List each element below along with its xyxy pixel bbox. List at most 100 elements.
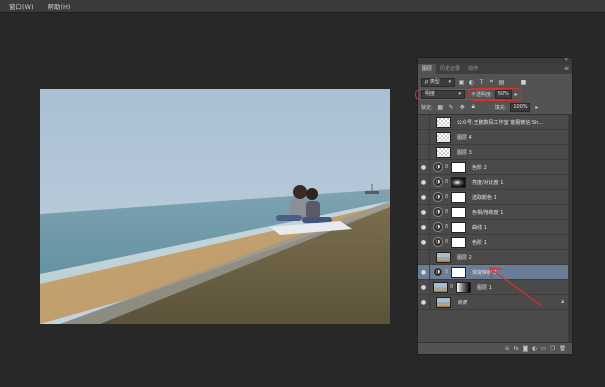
adjustment-layer-icon: ◑	[433, 237, 443, 247]
link-chain-icon[interactable]: 8	[450, 284, 455, 290]
layer-mask-thumbnail[interactable]	[451, 206, 466, 218]
filter-toggle-icon[interactable]: ■	[520, 79, 527, 86]
visibility-eye-icon[interactable]: ●	[418, 280, 430, 294]
fill-input[interactable]: 100%	[510, 102, 531, 112]
layer-thumbnail	[436, 146, 451, 158]
panel-footer: ⊝ fx ◙ ◐ ▭ ❐ 🗑︎	[418, 342, 572, 354]
tab-layers[interactable]: 图层	[418, 64, 437, 74]
layer-mask-thumbnail[interactable]	[456, 281, 471, 293]
adjustment-layer-icon: ◑	[433, 192, 443, 202]
type-icon[interactable]: T	[478, 79, 485, 86]
lock-all-icon[interactable]: 🔒︎	[470, 103, 477, 111]
visibility-eye-icon[interactable]: ●	[418, 115, 430, 129]
smart-object-icon[interactable]: ▤	[498, 79, 505, 86]
visibility-eye-icon[interactable]: ●	[418, 160, 430, 174]
adjustment-layer-icon: ◑	[433, 162, 443, 172]
visibility-eye-icon[interactable]: ●	[418, 250, 430, 264]
layer-mask-thumbnail[interactable]	[451, 161, 466, 173]
adjustment-layer-icon: ◑	[433, 207, 443, 217]
annotation-arrow	[489, 267, 543, 307]
layer-row[interactable]: ● ◑ 8 选取颜色 1	[418, 190, 572, 205]
opacity-label: 不透明度:	[471, 92, 493, 98]
link-chain-icon[interactable]: 8	[445, 194, 450, 200]
layer-mask-thumbnail[interactable]	[451, 221, 466, 233]
layer-row[interactable]: ● 图层 3	[418, 145, 572, 160]
blend-row: 明度 ▾ 不透明度: 50% ▸	[421, 88, 571, 101]
adjustment-layer-icon: ◑	[433, 222, 443, 232]
layer-mask-thumbnail[interactable]	[451, 266, 466, 278]
document-canvas[interactable]	[40, 89, 390, 324]
opacity-slider-arrow-icon[interactable]: ▸	[514, 91, 519, 98]
visibility-eye-icon[interactable]: ●	[418, 130, 430, 144]
link-chain-icon[interactable]: 8	[445, 179, 450, 185]
menu-bar: 窗口(W) 帮助(H)	[0, 0, 605, 13]
trash-icon[interactable]: 🗑︎	[559, 346, 566, 352]
mask-icon[interactable]: ◙	[523, 346, 528, 352]
visibility-eye-icon[interactable]: ●	[418, 145, 430, 159]
visibility-eye-icon[interactable]: ●	[418, 175, 430, 189]
layer-name: 背景	[457, 299, 468, 306]
link-chain-icon[interactable]: 8	[445, 164, 450, 170]
shape-icon[interactable]: ⌗	[488, 78, 495, 86]
group-icon[interactable]: ▭	[541, 346, 546, 352]
layer-row[interactable]: ● ◑ 8 亮度/对比度 1	[418, 175, 572, 190]
opacity-input[interactable]: 50%	[494, 90, 512, 99]
adjustment-layer-icon: ◑	[433, 177, 443, 187]
fill-slider-arrow-icon[interactable]: ▸	[534, 104, 539, 111]
tab-actions[interactable]: 动作	[464, 64, 482, 74]
lock-pixels-icon[interactable]: ✎	[448, 104, 455, 111]
layer-name: 曲线 1	[472, 224, 487, 231]
layer-thumbnail	[433, 281, 448, 293]
link-chain-icon[interactable]: 8	[445, 239, 450, 245]
layer-name: 公众号:王鹏数码工作室 客服微信:Sh...	[457, 119, 544, 126]
visibility-eye-icon[interactable]: ●	[418, 205, 430, 219]
lock-position-icon[interactable]: ✥	[459, 104, 466, 111]
blend-mode-select[interactable]: 明度 ▾	[421, 90, 465, 99]
opacity-highlight: 不透明度: 50% ▸	[468, 88, 522, 101]
menu-window[interactable]: 窗口(W)	[9, 1, 34, 11]
layer-name: 图层 4	[457, 134, 472, 141]
link-chain-icon[interactable]: 8	[445, 224, 450, 230]
layer-mask-thumbnail[interactable]	[451, 176, 466, 188]
layer-name: 选取颜色 1	[472, 194, 497, 201]
layer-thumbnail	[436, 116, 451, 128]
layer-row[interactable]: ● ◑ 8 色相/饱和度 1	[418, 205, 572, 220]
lock-transparency-icon[interactable]: ▦	[437, 104, 444, 111]
beach-photo	[40, 89, 390, 324]
menu-help[interactable]: 帮助(H)	[48, 1, 71, 11]
adjustment-new-icon[interactable]: ◐	[532, 346, 537, 352]
chevron-down-icon: ▾	[448, 78, 451, 85]
layer-name: 色相/饱和度 1	[472, 209, 504, 216]
layer-mask-thumbnail[interactable]	[451, 236, 466, 248]
link-icon[interactable]: ⊝	[505, 346, 510, 352]
layer-thumbnail	[436, 251, 451, 263]
chevron-down-icon: ▾	[458, 91, 461, 97]
adjustment-layer-icon: ◑	[433, 267, 443, 277]
layer-filter-row: ρ 类型 ▾ ▣ ◐ T ⌗ ▤ ■	[421, 77, 569, 87]
visibility-eye-icon[interactable]: ●	[418, 265, 430, 279]
layer-row[interactable]: ● ◑ 8 色阶 2	[418, 160, 572, 175]
panel-tabs: 图层 历史记录 动作 ≡	[418, 64, 572, 74]
layer-mask-thumbnail[interactable]	[451, 191, 466, 203]
lock-row: 锁定: ▦ ✎ ✥ 🔒︎ 填充: 100% ▸	[421, 102, 571, 112]
new-layer-icon[interactable]: ❐	[550, 346, 555, 352]
image-icon[interactable]: ▣	[458, 79, 465, 86]
visibility-eye-icon[interactable]: ●	[418, 220, 430, 234]
layer-row[interactable]: ● 图层 4	[418, 130, 572, 145]
layers-scrollbar[interactable]	[568, 114, 572, 342]
visibility-eye-icon[interactable]: ●	[418, 235, 430, 249]
panel-menu-icon[interactable]: ≡	[564, 64, 569, 74]
visibility-eye-icon[interactable]: ●	[418, 295, 430, 309]
layer-row[interactable]: ● 公众号:王鹏数码工作室 客服微信:Sh...	[418, 115, 572, 130]
layer-row[interactable]: ● ◑ 8 曲线 1	[418, 220, 572, 235]
visibility-eye-icon[interactable]: ●	[418, 190, 430, 204]
filter-kind-select[interactable]: ρ 类型 ▾	[421, 77, 455, 87]
link-chain-icon[interactable]: 8	[445, 269, 450, 275]
link-chain-icon[interactable]: 8	[445, 209, 450, 215]
tab-history[interactable]: 历史记录	[436, 64, 464, 74]
fx-icon[interactable]: fx	[514, 346, 519, 352]
fill-label: 填充:	[494, 104, 507, 111]
adjustment-icon[interactable]: ◐	[468, 79, 475, 86]
layer-thumbnail	[436, 131, 451, 143]
collapse-icon[interactable]: «	[564, 56, 568, 63]
